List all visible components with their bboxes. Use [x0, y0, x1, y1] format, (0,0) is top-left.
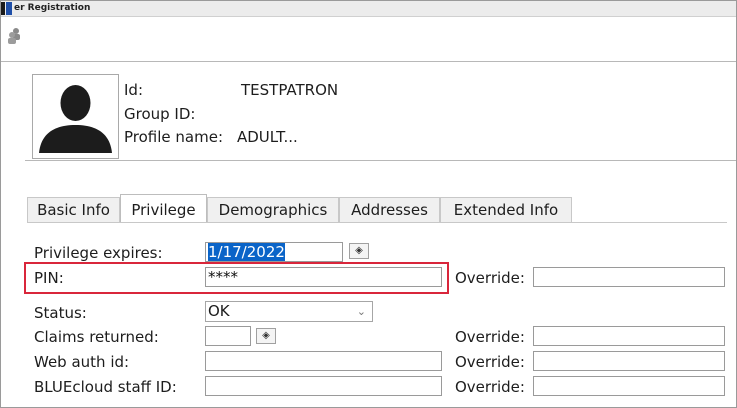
title-bar: er Registration — [1, 1, 736, 17]
privilege-expires-calendar-button[interactable]: ◈ — [349, 243, 369, 259]
profile-name-value: ADULT... — [237, 128, 298, 146]
tab-extended-info[interactable]: Extended Info — [440, 197, 572, 222]
status-select[interactable]: OK ⌄ — [205, 301, 373, 322]
chevron-down-icon[interactable]: ⌄ — [357, 302, 366, 321]
tab-demographics[interactable]: Demographics — [207, 197, 339, 222]
status-label: Status: — [34, 304, 87, 322]
claims-returned-label: Claims returned: — [34, 328, 159, 346]
id-value: TESTPATRON — [241, 81, 339, 99]
pin-override-label: Override: — [455, 269, 525, 287]
avatar — [32, 74, 119, 159]
bluecloud-override-label: Override: — [455, 378, 525, 396]
person-silhouette-icon — [39, 85, 112, 153]
users-icon[interactable] — [7, 27, 21, 45]
status-value: OK — [208, 302, 230, 320]
claims-override-field[interactable] — [533, 326, 725, 346]
tab-strip-baseline — [27, 222, 727, 223]
tab-addresses[interactable]: Addresses — [339, 197, 440, 222]
privilege-expires-field[interactable]: 1/17/2022 — [205, 242, 343, 262]
app-accent — [6, 2, 12, 15]
tab-basic-info[interactable]: Basic Info — [27, 197, 120, 222]
header-top-divider — [1, 61, 736, 62]
bluecloud-staff-id-label: BLUEcloud staff ID: — [34, 378, 177, 396]
window-title: er Registration — [14, 3, 91, 13]
bluecloud-override-field[interactable] — [533, 376, 725, 396]
claims-returned-calendar-button[interactable]: ◈ — [256, 328, 276, 344]
privilege-expires-label: Privilege expires: — [34, 244, 163, 262]
header-bottom-divider — [25, 160, 736, 161]
claims-override-label: Override: — [455, 328, 525, 346]
web-auth-id-field[interactable] — [205, 351, 442, 371]
id-label: Id: — [124, 81, 143, 99]
registration-window: er Registration Id: TESTPATRON Group ID:… — [0, 0, 737, 408]
pin-override-field[interactable] — [533, 267, 725, 287]
web-auth-id-label: Web auth id: — [34, 353, 130, 371]
claims-returned-field[interactable] — [205, 326, 251, 346]
profile-name-label: Profile name: — [124, 128, 224, 146]
group-id-label: Group ID: — [124, 105, 196, 123]
window-edge — [1, 2, 5, 15]
privilege-expires-value: 1/17/2022 — [208, 243, 285, 261]
pin-highlight-box — [24, 262, 449, 294]
bluecloud-staff-id-field[interactable] — [205, 376, 442, 396]
tab-privilege[interactable]: Privilege — [120, 194, 207, 223]
web-auth-override-label: Override: — [455, 353, 525, 371]
web-auth-override-field[interactable] — [533, 351, 725, 371]
